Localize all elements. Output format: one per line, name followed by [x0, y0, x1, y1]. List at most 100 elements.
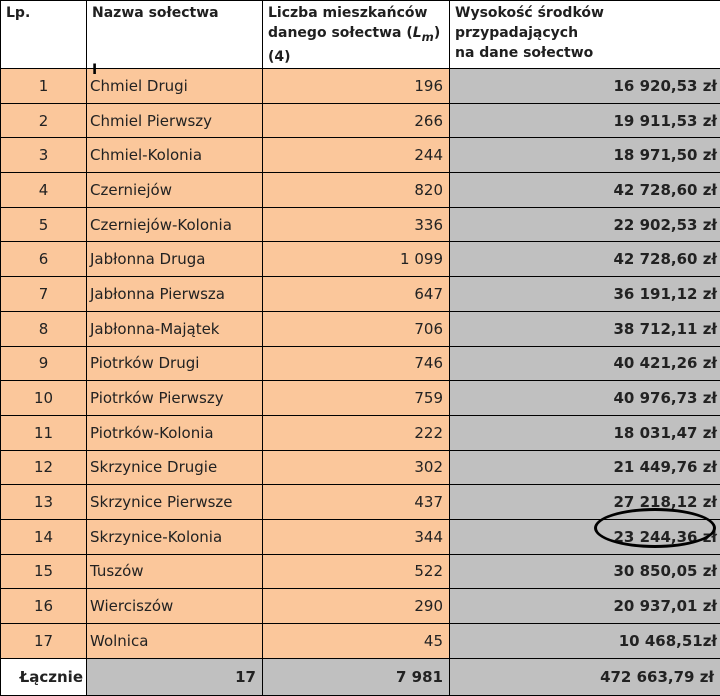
- row-lp-cell[interactable]: 5: [1, 207, 87, 242]
- row-lp-cell[interactable]: 10: [1, 381, 87, 416]
- header-amount[interactable]: Wysokość środków przypadających na dane …: [450, 1, 720, 69]
- header-population-line1: Liczba mieszkańców: [268, 5, 427, 21]
- total-population[interactable]: 7 981: [263, 658, 450, 695]
- row-population-cell[interactable]: 437: [263, 485, 450, 520]
- row-amount-cell[interactable]: 21 449,76 zł: [450, 450, 720, 485]
- table-row: 6Jabłonna Druga1 09942 728,60 zł: [1, 242, 720, 277]
- row-name-cell[interactable]: Jabłonna Pierwsza: [87, 277, 263, 312]
- row-population-cell[interactable]: 302: [263, 450, 450, 485]
- header-lp[interactable]: Lp.: [1, 1, 87, 69]
- row-name-cell[interactable]: Jabłonna-Majątek: [87, 311, 263, 346]
- row-name-cell[interactable]: Piotrków-Kolonia: [87, 415, 263, 450]
- row-amount-cell[interactable]: 30 850,05 zł: [450, 554, 720, 589]
- row-amount-cell[interactable]: 27 218,12 zł: [450, 485, 720, 520]
- row-name-cell[interactable]: Chmiel Pierwszy: [87, 103, 263, 138]
- row-lp-cell[interactable]: 17: [1, 624, 87, 659]
- row-name-cell[interactable]: Chmiel Drugi: [87, 69, 263, 104]
- row-amount-cell[interactable]: 38 712,11 zł: [450, 311, 720, 346]
- table-row: 11Piotrków-Kolonia22218 031,47 zł: [1, 415, 720, 450]
- row-population-cell[interactable]: 45: [263, 624, 450, 659]
- total-label[interactable]: Łącznie: [1, 658, 87, 695]
- row-amount-cell[interactable]: 18 031,47 zł: [450, 415, 720, 450]
- total-row: Łącznie 17 7 981 472 663,79 zł: [1, 658, 720, 695]
- row-name-cell[interactable]: Czerniejów-Kolonia: [87, 207, 263, 242]
- table-row: 4Czerniejów82042 728,60 zł: [1, 173, 720, 208]
- table-row: 14Skrzynice-Kolonia34423 244,36 zł: [1, 519, 720, 554]
- row-population-cell[interactable]: 196: [263, 69, 450, 104]
- table-row: 8Jabłonna-Majątek70638 712,11 zł: [1, 311, 720, 346]
- row-lp-cell[interactable]: 16: [1, 589, 87, 624]
- row-amount-cell[interactable]: 16 920,53 zł: [450, 69, 720, 104]
- row-name-cell[interactable]: Czerniejów: [87, 173, 263, 208]
- allocation-table: Lp. Nazwa sołectwa Liczba mieszkańców da…: [0, 0, 720, 696]
- row-name-cell[interactable]: Skrzynice-Kolonia: [87, 519, 263, 554]
- header-name[interactable]: Nazwa sołectwa: [87, 1, 263, 69]
- row-population-cell[interactable]: 820: [263, 173, 450, 208]
- row-lp-cell[interactable]: 6: [1, 242, 87, 277]
- table-row: 17Wolnica4510 468,51zł: [1, 624, 720, 659]
- header-amount-line1: Wysokość środków przypadających: [455, 5, 604, 41]
- row-amount-cell[interactable]: 42 728,60 zł: [450, 173, 720, 208]
- row-lp-cell[interactable]: 15: [1, 554, 87, 589]
- row-amount-cell[interactable]: 36 191,12 zł: [450, 277, 720, 312]
- row-population-cell[interactable]: 759: [263, 381, 450, 416]
- row-name-cell[interactable]: Tuszów: [87, 554, 263, 589]
- header-population-line3: (4): [268, 49, 291, 65]
- row-population-cell[interactable]: 522: [263, 554, 450, 589]
- table-row: 9Piotrków Drugi74640 421,26 zł: [1, 346, 720, 381]
- row-name-cell[interactable]: Jabłonna Druga: [87, 242, 263, 277]
- row-lp-cell[interactable]: 11: [1, 415, 87, 450]
- row-name-cell[interactable]: Piotrków Drugi: [87, 346, 263, 381]
- row-lp-cell[interactable]: 3: [1, 138, 87, 173]
- row-amount-cell[interactable]: 42 728,60 zł: [450, 242, 720, 277]
- row-amount-cell[interactable]: 23 244,36 zł: [450, 519, 720, 554]
- header-population-lm: L: [413, 25, 422, 41]
- row-name-cell[interactable]: Wierciszów: [87, 589, 263, 624]
- row-lp-cell[interactable]: 1: [1, 69, 87, 104]
- header-amount-line2: na dane sołectwo: [455, 45, 593, 61]
- total-count[interactable]: 17: [87, 658, 263, 695]
- row-amount-cell[interactable]: 40 421,26 zł: [450, 346, 720, 381]
- text-cursor-icon: I: [92, 63, 97, 77]
- row-population-cell[interactable]: 290: [263, 589, 450, 624]
- row-amount-cell[interactable]: 22 902,53 zł: [450, 207, 720, 242]
- table-row: 13Skrzynice Pierwsze43727 218,12 zł: [1, 485, 720, 520]
- row-amount-cell[interactable]: 18 971,50 zł: [450, 138, 720, 173]
- row-lp-cell[interactable]: 7: [1, 277, 87, 312]
- header-population[interactable]: Liczba mieszkańców danego sołectwa (Lm) …: [263, 1, 450, 69]
- row-amount-cell[interactable]: 19 911,53 zł: [450, 103, 720, 138]
- table-row: 15Tuszów52230 850,05 zł: [1, 554, 720, 589]
- row-population-cell[interactable]: 706: [263, 311, 450, 346]
- header-population-line2: danego sołectwa (: [268, 25, 413, 41]
- row-lp-cell[interactable]: 9: [1, 346, 87, 381]
- row-population-cell[interactable]: 647: [263, 277, 450, 312]
- row-population-cell[interactable]: 222: [263, 415, 450, 450]
- row-lp-cell[interactable]: 8: [1, 311, 87, 346]
- row-lp-cell[interactable]: 4: [1, 173, 87, 208]
- row-amount-cell[interactable]: 40 976,73 zł: [450, 381, 720, 416]
- row-lp-cell[interactable]: 13: [1, 485, 87, 520]
- table-row: 2Chmiel Pierwszy26619 911,53 zł: [1, 103, 720, 138]
- row-population-cell[interactable]: 266: [263, 103, 450, 138]
- row-name-cell[interactable]: Piotrków Pierwszy: [87, 381, 263, 416]
- row-lp-cell[interactable]: 14: [1, 519, 87, 554]
- row-population-cell[interactable]: 1 099: [263, 242, 450, 277]
- table-row: 10Piotrków Pierwszy75940 976,73 zł: [1, 381, 720, 416]
- row-population-cell[interactable]: 746: [263, 346, 450, 381]
- row-name-cell[interactable]: Chmiel-Kolonia: [87, 138, 263, 173]
- row-population-cell[interactable]: 244: [263, 138, 450, 173]
- table-row: 5Czerniejów-Kolonia33622 902,53 zł: [1, 207, 720, 242]
- row-population-cell[interactable]: 344: [263, 519, 450, 554]
- row-population-cell[interactable]: 336: [263, 207, 450, 242]
- row-amount-cell[interactable]: 20 937,01 zł: [450, 589, 720, 624]
- table-row: 3Chmiel-Kolonia24418 971,50 zł: [1, 138, 720, 173]
- table-row: 7Jabłonna Pierwsza64736 191,12 zł: [1, 277, 720, 312]
- table-row: 12Skrzynice Drugie30221 449,76 zł: [1, 450, 720, 485]
- total-amount[interactable]: 472 663,79 zł: [450, 658, 720, 695]
- row-lp-cell[interactable]: 12: [1, 450, 87, 485]
- row-name-cell[interactable]: Skrzynice Drugie: [87, 450, 263, 485]
- row-name-cell[interactable]: Skrzynice Pierwsze: [87, 485, 263, 520]
- row-amount-cell[interactable]: 10 468,51zł: [450, 624, 720, 659]
- row-name-cell[interactable]: Wolnica: [87, 624, 263, 659]
- row-lp-cell[interactable]: 2: [1, 103, 87, 138]
